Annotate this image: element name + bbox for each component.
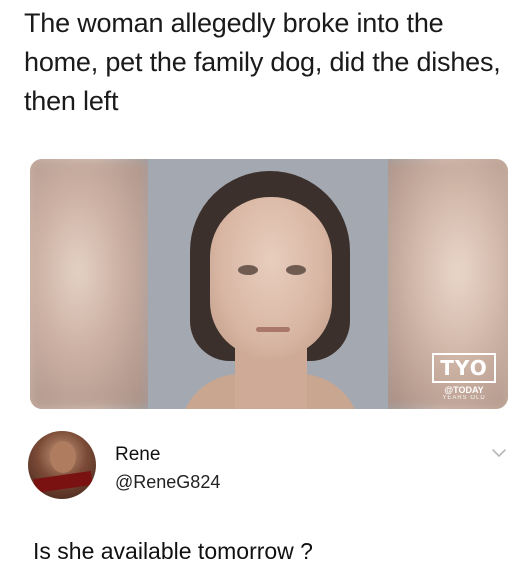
reply-text: Is she available tomorrow ? (33, 538, 313, 564)
tyo-logo-mark: TYO (432, 353, 496, 383)
mugshot-eye-left (238, 265, 258, 275)
chevron-down-icon[interactable] (490, 446, 508, 460)
avatar-sign (33, 471, 93, 493)
mugshot-mouth (256, 327, 290, 332)
image-blur-left (30, 159, 150, 409)
post-headline: The woman allegedly broke into the home,… (24, 8, 501, 116)
author-handle[interactable]: @ReneG824 (115, 472, 220, 493)
author-name[interactable]: Rene (115, 444, 160, 466)
mugshot-eye-right (286, 265, 306, 275)
mugshot-face (210, 197, 332, 357)
avatar-head (50, 441, 76, 473)
avatar[interactable] (28, 431, 96, 499)
tyo-logo-sub: YEARS OLD (442, 395, 486, 401)
tyo-logo: TYO @TODAY YEARS OLD (432, 353, 496, 401)
tyo-logo-brand: @TODAY (444, 385, 484, 395)
post-image[interactable]: TYO @TODAY YEARS OLD (30, 159, 508, 409)
